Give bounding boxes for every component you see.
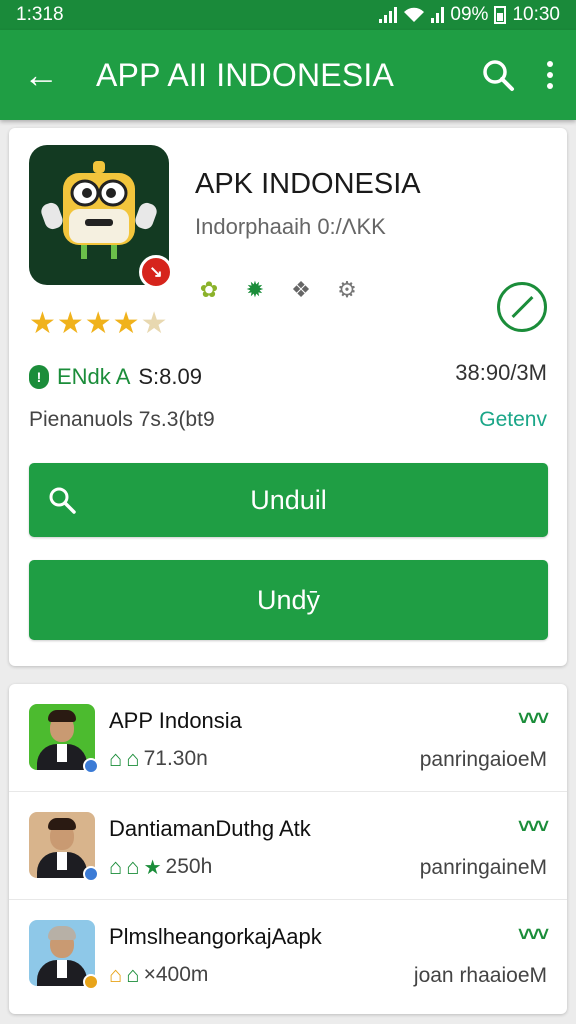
list-item[interactable]: PlmslheangorkajAapk ˅˅˅ ⌂ ⌂ ×400m joan r…	[9, 900, 567, 1008]
status-icons: 09% 10:30	[379, 4, 560, 26]
star-icon: ★	[143, 856, 162, 879]
app-subtitle: Indorphaaih 0:/ΛKK	[195, 214, 386, 239]
download-button-secondary-label: Undӯ	[256, 584, 321, 615]
avatar	[29, 920, 99, 990]
download-button[interactable]: Unduil	[29, 463, 548, 537]
award-icon: ❖	[291, 277, 311, 302]
list-item[interactable]: DantiamanDuthg Atk ˅˅˅ ⌂ ⌂ ★ 250h panrin…	[9, 792, 567, 900]
chevron-down-icon[interactable]: ˅˅˅	[518, 924, 549, 947]
more-link[interactable]: Getenv	[479, 408, 547, 432]
app-icon[interactable]: ↘	[29, 145, 173, 289]
list-item-title: DantiamanDuthg Atk	[109, 816, 311, 841]
signal-icon	[379, 7, 398, 23]
list-item-right: panringaineM	[419, 856, 547, 879]
download-button-label: Unduil	[250, 484, 327, 515]
avatar	[29, 704, 99, 774]
shield-icon: !	[29, 365, 49, 389]
list-item-title: APP Indonsia	[109, 708, 242, 733]
app-bar: ← APP AII INDONESIA	[0, 30, 576, 120]
list-item-title: PlmslheangorkajAapk	[109, 924, 322, 949]
app-size: 38:90/3M	[455, 360, 547, 385]
home-icon: ⌂	[109, 854, 123, 879]
verified-badge-icon	[83, 866, 99, 882]
battery-icon	[494, 6, 507, 24]
list-item-meta: ⌂ ⌂ ★ 250h	[109, 854, 212, 880]
wifi-icon	[404, 7, 425, 22]
home-icon: ⌂	[126, 746, 140, 771]
download-value: S:8.09	[138, 364, 202, 389]
signal-icon-2	[431, 7, 445, 23]
home-icon: ⌂	[109, 746, 123, 771]
related-apps-list: APP Indonsia ˅˅˅ ⌂ ⌂ 71.30n panringaioeM…	[9, 684, 567, 1014]
status-bar: 1:318 09% 10:30	[0, 0, 576, 30]
home-icon: ⌂	[126, 962, 140, 987]
settings-icon: ⚙	[337, 277, 357, 302]
status-time: 1:318	[16, 4, 64, 25]
more-vert-icon[interactable]	[524, 61, 576, 89]
leaf-icon: ✿	[199, 277, 219, 302]
arrow-back-icon[interactable]: ←	[0, 57, 82, 93]
download-label: ENdk A	[57, 364, 131, 389]
chevron-down-icon[interactable]: ˅˅˅	[518, 816, 549, 839]
gear-star-icon: ✹	[245, 277, 265, 302]
download-button-secondary[interactable]: Undӯ	[29, 560, 548, 640]
home-icon: ⌂	[126, 854, 140, 879]
page-title: APP AII INDONESIA	[96, 56, 395, 93]
list-item-meta: ⌂ ⌂ ×400m	[109, 962, 208, 988]
list-item-meta: ⌂ ⌂ 71.30n	[109, 746, 208, 772]
verified-badge-icon	[83, 974, 99, 990]
avatar	[29, 812, 99, 882]
app-name: APK INDONESIA	[195, 168, 421, 200]
list-item[interactable]: APP Indonsia ˅˅˅ ⌂ ⌂ 71.30n panringaioeM	[9, 684, 567, 792]
list-item-count: 71.30n	[143, 747, 208, 770]
app-detail-card: ↘ APK INDONESIA Indorphaaih 0:/ΛKK ✿ ✹ ❖…	[9, 128, 567, 666]
verified-badge-icon	[83, 758, 99, 774]
list-item-count: 250h	[165, 855, 213, 878]
list-item-right: joan rhaaioeM	[413, 964, 547, 987]
battery-percent: 09%	[450, 4, 489, 25]
verified-icon[interactable]	[497, 282, 547, 332]
app-badge: ↘	[139, 255, 173, 289]
search-icon	[49, 487, 76, 514]
list-item-right: panringaioeM	[419, 748, 547, 771]
download-info: ! ENdk A S:8.09	[29, 364, 202, 390]
status-clock: 10:30	[512, 4, 560, 25]
search-button[interactable]	[472, 58, 524, 92]
home-icon: ⌂	[109, 962, 123, 987]
search-icon	[483, 60, 514, 91]
badge-row: ✿ ✹ ❖ ⚙	[195, 276, 361, 304]
app-meta: Pienanuols 7s.3(bt9	[29, 408, 215, 431]
rating-stars: ★★★★★	[29, 307, 169, 340]
chevron-down-icon[interactable]: ˅˅˅	[518, 708, 549, 731]
list-item-count: ×400m	[143, 963, 209, 986]
